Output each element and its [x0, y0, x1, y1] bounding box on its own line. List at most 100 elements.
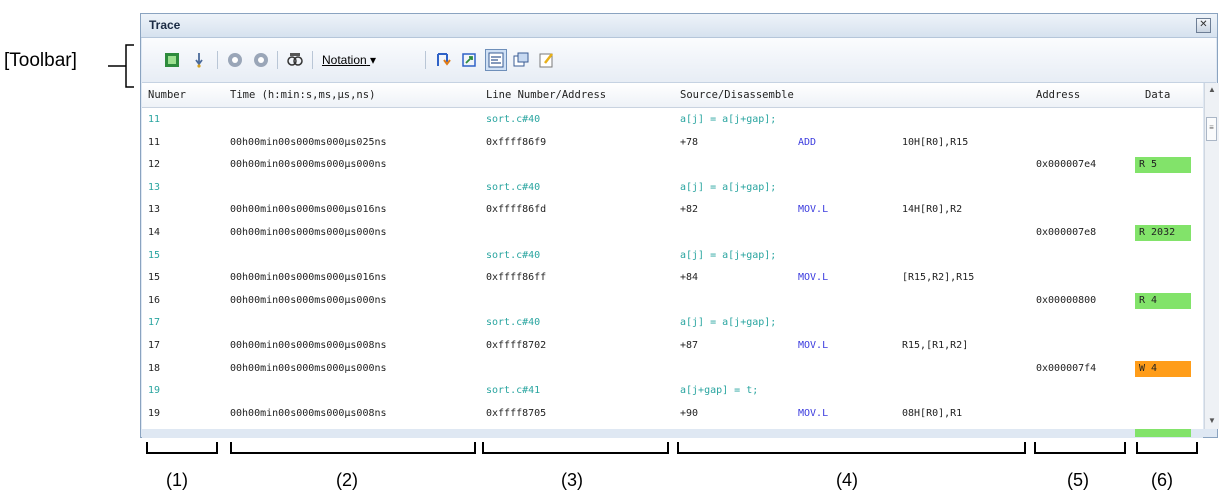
scroll-down-arrow-icon[interactable]: ▼	[1205, 414, 1219, 428]
row-source: +90	[680, 407, 699, 419]
table-row[interactable]: 11 sort.c#40 a[j] = a[j+gap];	[142, 110, 1203, 132]
row-line-address: sort.c#40	[486, 181, 541, 193]
step-in-icon[interactable]	[191, 52, 207, 68]
row-address: 0x00000800	[1036, 294, 1097, 306]
row-time: 00h00min00s000ms000µs008ns	[230, 407, 387, 419]
mixed-display-toggle[interactable]	[485, 49, 507, 71]
link-prev-icon[interactable]	[227, 52, 243, 68]
row-line-address: sort.c#40	[486, 317, 541, 329]
column-header-time[interactable]: Time (h:min:s,ms,µs,ns)	[230, 89, 375, 101]
row-address: 0x000007e8	[1036, 227, 1097, 238]
table-row[interactable]: 13 sort.c#40 a[j] = a[j+gap];	[142, 178, 1203, 200]
table-row[interactable]: 18 00h00min00s000ms000µs000ns 0x000007f4 W …	[142, 359, 1203, 381]
row-time: 00h00min00s000ms000µs008ns	[230, 340, 387, 351]
row-number: 13	[148, 204, 161, 216]
row-line-address: 0xffff8705	[486, 407, 547, 419]
row-source: +78	[680, 136, 699, 148]
table-row[interactable]: 17 sort.c#40 a[j] = a[j+gap];	[142, 313, 1203, 335]
jump-disassemble-icon[interactable]	[461, 52, 477, 68]
toolbar-separator	[312, 51, 313, 69]
row-number: 19	[148, 385, 161, 397]
trace-panel: Trace ✕ Notation ▾ Number Time (h:min:s,…	[140, 13, 1219, 438]
row-line-address: sort.c#41	[486, 385, 541, 397]
notation-label: Notation	[322, 53, 367, 67]
row-address: 0x000007e4	[1036, 159, 1097, 171]
bracket-6	[1136, 442, 1198, 454]
column-header-data[interactable]: Data	[1145, 89, 1170, 101]
row-time: 00h00min00s000ms000µs000ns	[230, 227, 387, 238]
row-line-address: 0xffff86ff	[486, 272, 547, 284]
row-time: 00h00min00s000ms000µs025ns	[230, 136, 387, 148]
link-next-icon[interactable]	[253, 52, 269, 68]
row-source: +87	[680, 340, 699, 351]
table-row[interactable]: 13 00h00min00s000ms000µs016ns 0xffff86fd +8…	[142, 200, 1203, 222]
row-number: 15	[148, 272, 161, 284]
grid-header: Number Time (h:min:s,ms,µs,ns) Line Numb…	[142, 83, 1203, 108]
row-data-badge: R 5	[1135, 157, 1191, 174]
table-row[interactable]: 19 sort.c#41 a[j+gap] = t;	[142, 381, 1203, 403]
notation-menu[interactable]: Notation ▾	[322, 53, 376, 67]
toolbar-separator	[425, 51, 426, 69]
bracket-label-5: (5)	[1067, 470, 1089, 490]
column-header-address[interactable]: Address	[1036, 89, 1080, 101]
toolbar-callout-label: [Toolbar]	[4, 50, 77, 71]
table-row[interactable]: 16 00h00min00s000ms000µs000ns 0x00000800 R …	[142, 291, 1203, 313]
row-operands: 08H[R0],R1	[902, 407, 963, 419]
close-icon[interactable]: ✕	[1196, 18, 1211, 33]
row-number: 12	[148, 159, 161, 171]
column-header-line-address[interactable]: Line Number/Address	[486, 89, 606, 101]
column-header-source-disassemble[interactable]: Source/Disassemble	[680, 89, 794, 101]
row-number: 15	[148, 249, 161, 261]
bracket-label-3: (3)	[561, 470, 583, 490]
row-mnemonic: MOV.L	[798, 204, 829, 216]
toolbar-callout-bracket	[108, 44, 134, 88]
row-number: 17	[148, 340, 161, 351]
trace-grid[interactable]: Number Time (h:min:s,ms,µs,ns) Line Numb…	[142, 83, 1203, 429]
window-undock-icon[interactable]	[513, 52, 529, 68]
table-row[interactable]: 15 sort.c#40 a[j] = a[j+gap];	[142, 246, 1203, 268]
row-line-address: 0xffff8702	[486, 340, 547, 351]
acquire-trace-icon[interactable]	[164, 52, 180, 68]
table-row[interactable]: 11 00h00min00s000ms000µs025ns 0xffff86f9 +7…	[142, 133, 1203, 155]
save-icon[interactable]	[538, 52, 554, 68]
row-operands: [R15,R2],R15	[902, 272, 975, 284]
toolbar-separator	[217, 51, 218, 69]
row-source: a[j] = a[j+gap];	[680, 181, 777, 193]
bracket-3	[482, 442, 669, 454]
bracket-label-2: (2)	[336, 470, 358, 490]
bracket-2	[230, 442, 476, 454]
table-row[interactable]: 14 00h00min00s000ms000µs000ns 0x000007e8 R …	[142, 223, 1203, 245]
row-time: 00h00min00s000ms000µs000ns	[230, 362, 387, 374]
panel-titlebar: Trace ✕	[141, 14, 1217, 38]
row-data-badge: R 2032	[1135, 225, 1191, 241]
column-header-number[interactable]: Number	[148, 89, 186, 101]
bracket-label-4: (4)	[836, 470, 858, 490]
toolbar: Notation ▾	[142, 38, 1216, 83]
table-row[interactable]: 19 00h00min00s000ms000µs008ns 0xffff8705 +9…	[142, 404, 1203, 426]
scroll-thumb[interactable]: ≡	[1206, 117, 1217, 141]
row-time: 00h00min00s000ms000µs000ns	[230, 294, 387, 306]
table-row[interactable]: 17 00h00min00s000ms000µs008ns 0xffff8702 +8…	[142, 336, 1203, 358]
horizontal-scroll-area	[142, 430, 1203, 438]
row-time: 00h00min00s000ms000µs000ns	[230, 159, 387, 171]
row-data-badge: W 4	[1135, 360, 1191, 377]
row-source: a[j] = a[j+gap];	[680, 317, 777, 329]
bracket-5	[1034, 442, 1126, 454]
scroll-up-arrow-icon[interactable]: ▲	[1205, 83, 1219, 97]
row-time: 00h00min00s000ms000µs016ns	[230, 272, 387, 284]
table-row[interactable]: 12 00h00min00s000ms000µs000ns 0x000007e4 R …	[142, 155, 1203, 177]
row-number: 16	[148, 294, 161, 306]
find-icon[interactable]	[287, 52, 303, 68]
table-row[interactable]: 15 00h00min00s000ms000µs016ns 0xffff86ff +8…	[142, 268, 1203, 290]
row-number: 14	[148, 227, 161, 238]
chevron-down-icon: ▾	[370, 53, 377, 67]
jump-source-icon[interactable]	[435, 52, 451, 68]
row-source: a[j] = a[j+gap];	[680, 249, 777, 261]
vertical-scrollbar[interactable]: ▲ ≡ ▼	[1204, 83, 1219, 429]
row-operands: 10H[R0],R15	[902, 136, 969, 148]
row-address: 0x000007f4	[1036, 362, 1097, 374]
row-number: 11	[148, 114, 161, 125]
bracket-1	[146, 442, 218, 454]
mixed-display-icon	[488, 52, 504, 68]
row-operands: 14H[R0],R2	[902, 204, 963, 216]
